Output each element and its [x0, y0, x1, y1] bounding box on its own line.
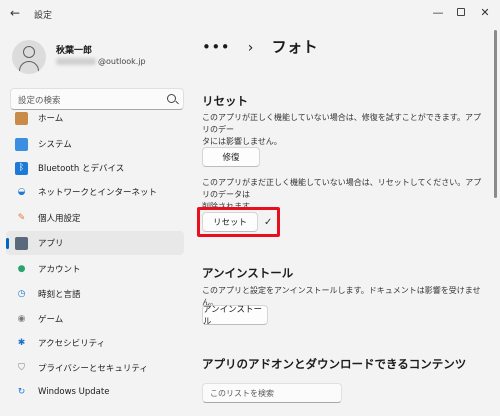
settings-search-placeholder: 設定の検索	[18, 96, 61, 106]
brush-icon: ✎	[17, 213, 26, 223]
update-icon: ↻	[17, 387, 26, 397]
sidebar-item-wifi[interactable]: ◒ ネットワークとインターネット	[6, 180, 184, 204]
sidebar-item-system[interactable]: システム	[6, 132, 184, 156]
maximize-icon	[457, 8, 465, 16]
maximize-button[interactable]	[453, 4, 469, 20]
sidebar-item-label: Bluetooth とデバイス	[38, 164, 125, 174]
sidebar-item-label: アカウント	[38, 265, 81, 275]
sidebar-item-label: ゲーム	[38, 315, 64, 325]
email-redaction	[56, 58, 96, 65]
checkmark-icon: ✓	[264, 217, 273, 228]
repair-description: このアプリが正しく機能していない場合は、修復を試すことができます。アプリのデー …	[202, 112, 482, 148]
accessibility-icon: ✱	[17, 338, 26, 348]
avatar-body-shape	[19, 61, 39, 74]
sidebar-item-label: Windows Update	[38, 387, 110, 397]
title-bar: ← 設定 — ✕	[0, 0, 500, 26]
uninstall-button[interactable]: アンインストール	[202, 305, 268, 327]
sidebar-item-clock-globe[interactable]: ◷ 時刻と言語	[6, 282, 184, 306]
reset-description-line-1: このアプリがまだ正しく機能していない場合は、リセットしてください。アプリのデータ…	[202, 178, 482, 199]
breadcrumb: ••• › フォト	[202, 36, 318, 57]
reset-section-title: リセット	[202, 94, 248, 108]
account-icon: ●	[17, 264, 26, 274]
addons-section-title: アプリのアドオンとダウンロードできるコンテンツ	[202, 357, 467, 371]
sidebar-item-label: ホーム	[38, 114, 64, 124]
sidebar-item-update[interactable]: ↻ Windows Update	[6, 380, 184, 404]
sidebar-item-bluetooth[interactable]: ᛒ Bluetooth とデバイス	[6, 156, 184, 180]
shield-icon: ⛉	[18, 363, 25, 373]
sidebar-item-shield[interactable]: ⛉ プライバシーとセキュリティ	[6, 356, 184, 380]
sidebar-item-label: 時刻と言語	[38, 290, 81, 300]
page-title: フォト	[271, 38, 319, 56]
active-indicator	[6, 238, 9, 249]
chevron-right-icon: ›	[247, 40, 254, 56]
repair-button[interactable]: 修復	[202, 147, 260, 167]
sidebar-item-apps[interactable]: アプリ	[6, 231, 184, 255]
apps-icon	[15, 236, 28, 250]
clock-globe-icon: ◷	[17, 289, 26, 299]
sidebar-item-label: ネットワークとインターネット	[38, 188, 158, 198]
back-arrow-icon[interactable]: ←	[10, 6, 20, 20]
sidebar-item-accessibility[interactable]: ✱ アクセシビリティ	[6, 331, 184, 355]
sidebar-item-label: システム	[38, 140, 72, 150]
addons-search-placeholder: このリストを検索	[210, 389, 274, 398]
user-email-domain: @outlook.jp	[98, 57, 146, 66]
sidebar-item-account[interactable]: ● アカウント	[6, 257, 184, 281]
sidebar-item-label: アプリ	[38, 239, 64, 249]
home-icon	[15, 111, 28, 125]
system-icon	[15, 137, 28, 151]
close-button[interactable]: ✕	[477, 4, 493, 20]
window-title: 設定	[34, 11, 53, 21]
sidebar-item-label: 個人用設定	[38, 214, 81, 224]
breadcrumb-overflow-button[interactable]: •••	[202, 38, 230, 56]
uninstall-section-title: アンインストール	[202, 266, 294, 280]
avatar-head-shape	[23, 46, 35, 58]
sidebar-item-brush[interactable]: ✎ 個人用設定	[6, 206, 184, 230]
sidebar-item-gamepad[interactable]: ◉ ゲーム	[6, 307, 184, 331]
user-name: 秋葉一郎	[56, 46, 93, 56]
repair-description-line-1: このアプリが正しく機能していない場合は、修復を試すことができます。アプリのデー	[202, 113, 481, 134]
user-email: @outlook.jp	[56, 57, 146, 66]
sidebar: 秋葉一郎 @outlook.jp 設定の検索 ホームシステム ᛒ Bluetooth…	[0, 26, 190, 416]
sidebar-item-home[interactable]: ホーム	[6, 106, 184, 130]
avatar[interactable]	[12, 40, 46, 74]
search-icon[interactable]	[167, 94, 176, 103]
gamepad-icon: ◉	[17, 314, 26, 324]
sidebar-item-label: プライバシーとセキュリティ	[38, 364, 148, 374]
addons-search-input[interactable]: このリストを検索	[202, 383, 342, 403]
wifi-icon: ◒	[17, 187, 26, 197]
bluetooth-icon: ᛒ	[15, 161, 28, 175]
minimize-button[interactable]: —	[430, 4, 446, 20]
scrollbar[interactable]	[494, 30, 497, 198]
sidebar-item-label: アクセシビリティ	[38, 339, 106, 349]
